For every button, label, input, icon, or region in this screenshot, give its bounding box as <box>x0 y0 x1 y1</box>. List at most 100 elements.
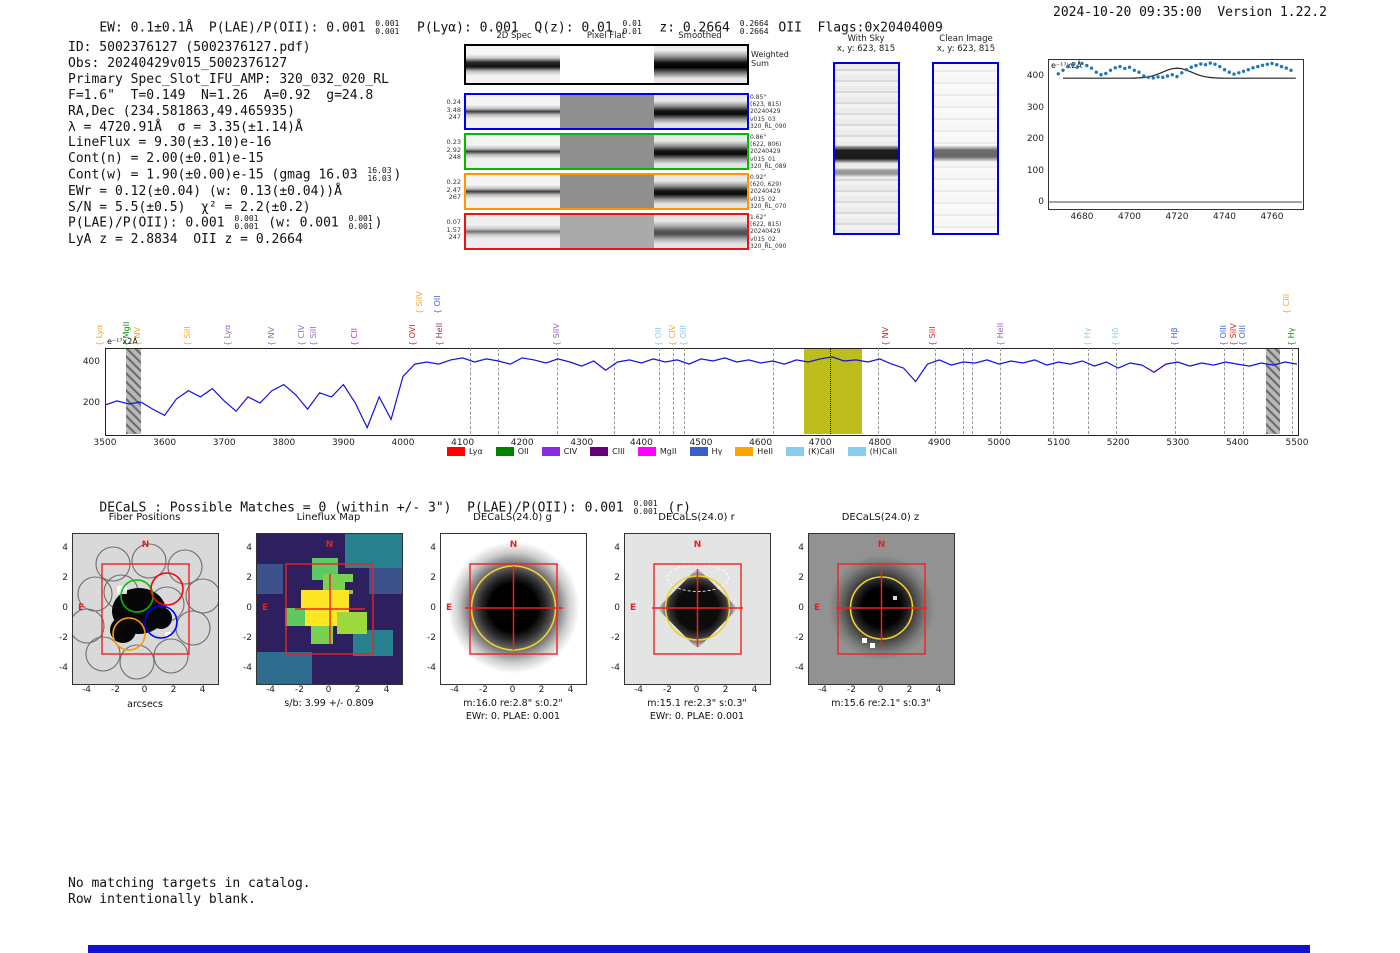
spectrum-xtick: 4700 <box>808 438 832 448</box>
mini-ytick: 200 <box>1026 134 1044 144</box>
panel-ytick: 4 <box>62 543 68 553</box>
info-ewr: EWr = 0.12(±0.04) (w: 0.13(±0.04))Å <box>68 183 342 199</box>
legend-item-CIII: CIII <box>590 447 625 456</box>
mini-ytick: 400 <box>1026 71 1044 81</box>
row-smoothed-image <box>654 175 747 208</box>
line-position-marker <box>470 348 472 434</box>
panel-ytick: -4 <box>795 663 804 673</box>
panel-xtick: 0 <box>693 685 700 695</box>
panel-ytick: -2 <box>59 633 68 643</box>
legend-label: OII <box>517 447 529 456</box>
panel-ytick: 2 <box>614 573 620 583</box>
legend-swatch <box>590 447 609 456</box>
line-position-marker <box>1223 348 1225 434</box>
panel-ytick: -4 <box>59 663 68 673</box>
line-label-Hβ: { Hβ <box>1169 327 1179 346</box>
panel-ytick: 2 <box>798 573 804 583</box>
decals-z-panel: N E <box>808 533 955 685</box>
line-position-marker <box>556 348 558 434</box>
panel-ytick: -2 <box>795 633 804 643</box>
legend-item-(K)CaII: (K)CaII <box>785 447 835 456</box>
fiber-east-label: E <box>78 603 85 613</box>
line-position-marker <box>672 348 674 434</box>
line-position-marker <box>1243 348 1245 434</box>
legend-swatch <box>735 447 754 456</box>
row-weight-labels-3: 0.22 2.47 267 <box>446 178 461 201</box>
line-position-marker <box>999 348 1001 434</box>
row-weight-labels-1: 0.24 3.48 247 <box>446 98 461 121</box>
panel-ytick: 0 <box>246 603 252 613</box>
spectrum-xtick: 3800 <box>272 438 296 448</box>
mini-ytick: 100 <box>1026 165 1044 176</box>
legend-item-HeII: HeII <box>735 447 773 456</box>
panel-xtick: 2 <box>538 685 545 695</box>
panel-ytick: 2 <box>246 573 252 583</box>
legend-item-MgII: MgII <box>637 447 677 456</box>
spectrum-xtick: 4800 <box>868 438 892 448</box>
detected-line-center-marker <box>830 348 832 434</box>
panel-ytick: -4 <box>427 663 436 673</box>
line-label-Hδ: { Hδ <box>1110 327 1120 346</box>
panel-xtick: 0 <box>141 685 148 695</box>
info-ifu: Primary Spec_Slot_IFU_AMP: 320_032_020_R… <box>68 71 389 87</box>
line-label-Lyα: { Lyα <box>223 324 233 346</box>
blank-row-text: Row intentionally blank. <box>68 891 256 907</box>
fiber-north-label: N <box>141 540 150 550</box>
spectrum-ytick: 400 <box>82 357 100 367</box>
panel-title-z: DECaLS(24.0) z <box>841 512 920 523</box>
row-2dspec-image <box>466 135 560 168</box>
decals-r-panel: N E <box>624 533 771 685</box>
mini-xtick: 4680 <box>1070 212 1094 222</box>
spectrum-xtick: 4100 <box>451 438 475 448</box>
panel-xtick: 2 <box>906 685 913 695</box>
lineflux-map-figure <box>257 534 402 684</box>
line-label-SiIV: { SiIV <box>551 323 561 346</box>
decals-r-overlays <box>652 563 743 655</box>
panel-xtick: 4 <box>567 685 574 695</box>
legend-swatch <box>541 447 560 456</box>
line-label-SiII: { SiII <box>183 326 193 346</box>
panel-ytick: 0 <box>430 603 436 613</box>
spectrum-xtick: 3500 <box>93 438 117 448</box>
legend-label: Lyα <box>469 447 483 456</box>
fiber-cutout-row-4 <box>464 213 749 250</box>
header-datetime-version: 2024-10-20 09:35:00 Version 1.22.2 <box>1053 5 1327 20</box>
lineflux-east-label: E <box>262 603 269 613</box>
decals-z-east-label: E <box>814 603 821 613</box>
weighted-2dspec-image <box>466 46 560 83</box>
spectrum-legend: Lyα OII CIV CIII MgII Hγ HeII (K)CaII (H)CaII <box>447 447 977 456</box>
spectrum-xtick: 5400 <box>1225 438 1249 448</box>
spectrum-xtick: 4000 <box>391 438 415 448</box>
row-smoothed-image <box>654 135 747 168</box>
column-header-smoothed: Smoothed <box>678 31 722 41</box>
fiber-positions-panel: N E <box>72 533 219 685</box>
panel-xtick: 2 <box>722 685 729 695</box>
panel-xtick: -2 <box>479 685 488 695</box>
panel-xtick: -2 <box>847 685 856 695</box>
panel-xtick: 4 <box>935 685 942 695</box>
line-label-SiII: { SiII <box>928 326 938 346</box>
cleanimage-image <box>932 62 999 235</box>
weighted-sum-cutout <box>464 44 749 85</box>
row-2dspec-image <box>466 215 560 248</box>
mini-xtick: 4760 <box>1260 212 1284 222</box>
line-label-CII: { CII <box>350 328 360 346</box>
line-label-Lyα: { Lyα <box>95 324 105 346</box>
line-label-SiIV: { SiIV <box>414 291 424 314</box>
row-pixelflat-image <box>560 175 654 208</box>
mini-ytick: 300 <box>1026 102 1044 113</box>
panel-xtick: 4 <box>751 685 758 695</box>
line-label-Hγ: { Hγ <box>1287 327 1297 346</box>
legend-label: Hγ <box>711 447 723 456</box>
decals-g-panel: N E <box>440 533 587 685</box>
legend-swatch <box>689 447 708 456</box>
panel-xtick: -4 <box>818 685 827 695</box>
line-label-CIV: { CIV <box>667 324 677 346</box>
panel-ytick: 0 <box>798 603 804 613</box>
line-position-marker <box>498 348 500 434</box>
panel-ytick: 0 <box>614 603 620 613</box>
decals-z-north-label: N <box>877 540 886 550</box>
spectrum-plot-frame <box>105 348 1299 436</box>
info-lambda: λ = 4720.91Å σ = 3.35(±1.14)Å <box>68 119 303 135</box>
info-sn-chi2: S/N = 5.5(±0.5) χ² = 2.2(±0.2) <box>68 199 311 215</box>
